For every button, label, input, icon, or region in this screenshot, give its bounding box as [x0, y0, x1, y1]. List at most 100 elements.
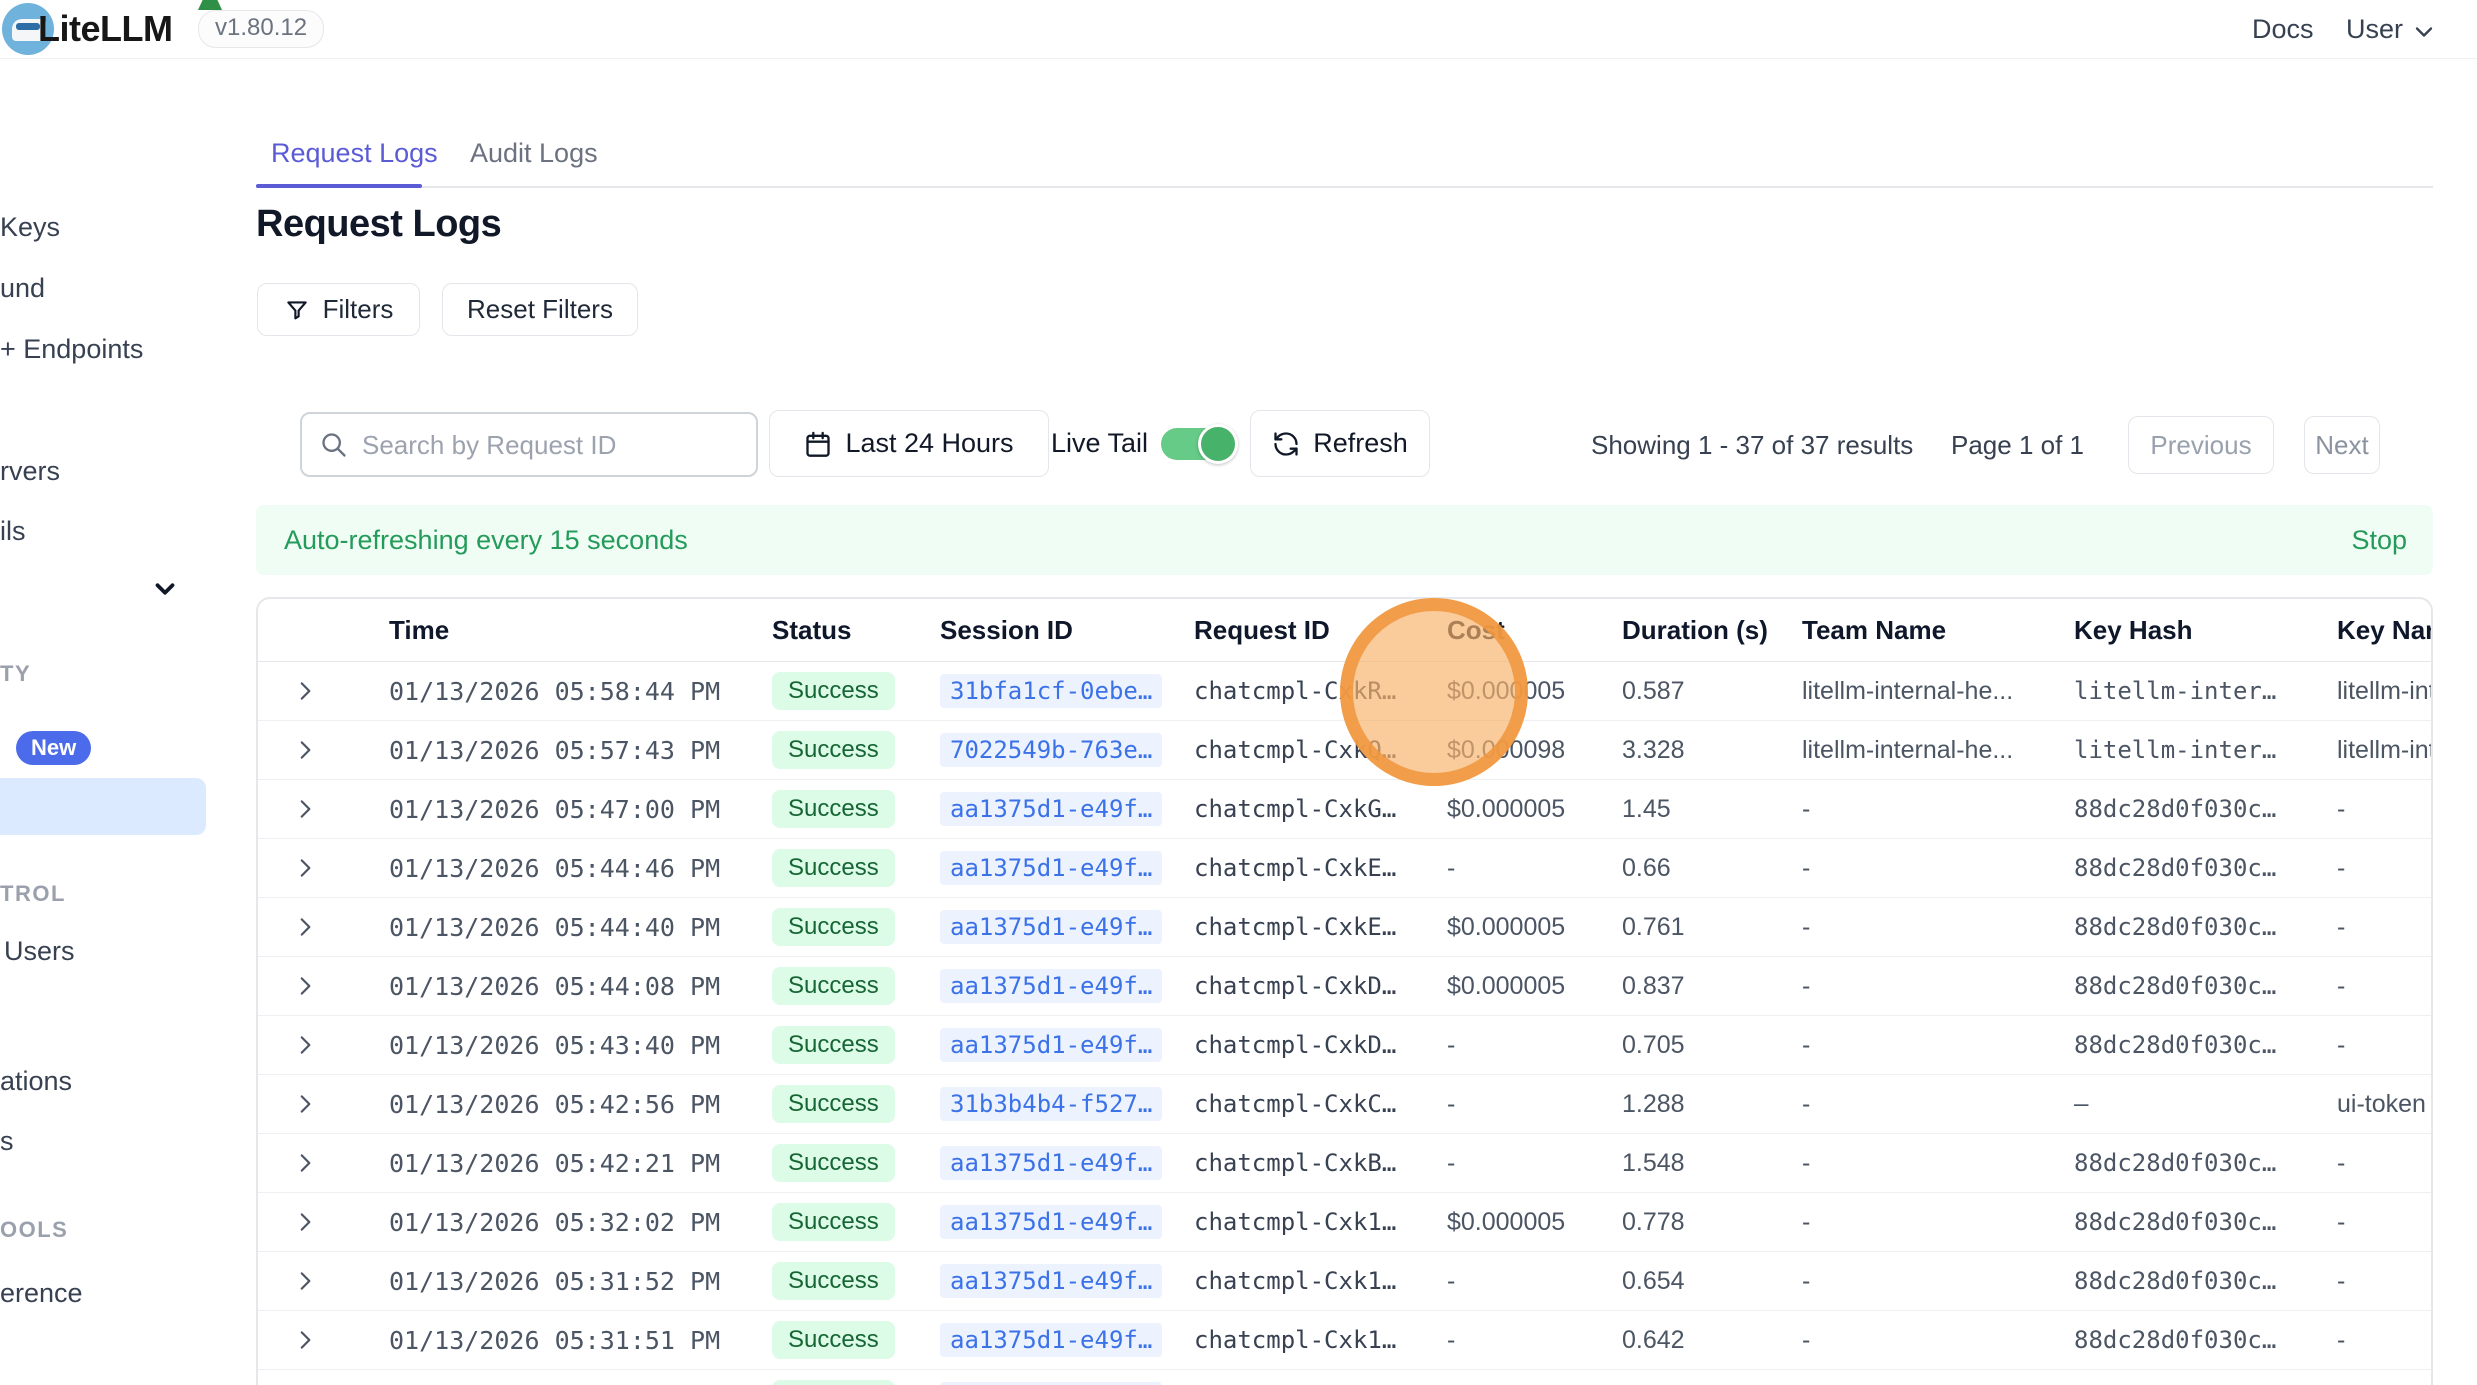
- sidebar-item-playground[interactable]: und: [0, 273, 45, 304]
- chevron-right-icon[interactable]: [292, 973, 348, 999]
- table-row[interactable]: 01/13/2026 05:42:21 PM Success aa1375d1-…: [258, 1134, 2431, 1193]
- session-id-link[interactable]: 31bfa1cf-0ebe…: [940, 674, 1162, 708]
- time-range-label: Last 24 Hours: [845, 428, 1013, 459]
- tab-audit-logs[interactable]: Audit Logs: [470, 138, 598, 169]
- session-id-link[interactable]: aa1375d1-e49f…: [940, 969, 1162, 1003]
- results-count: Showing 1 - 37 of 37 results: [1591, 430, 1913, 461]
- sidebar-item-guardrails[interactable]: ils: [0, 516, 26, 547]
- status-badge: Success: [772, 1203, 895, 1241]
- log-time: 01/13/2026 05:43:40 PM: [348, 1031, 728, 1060]
- chevron-right-icon[interactable]: [292, 1209, 348, 1235]
- table-row[interactable]: 01/13/2026 05:31:52 PM Success aa1375d1-…: [258, 1252, 2431, 1311]
- chevron-right-icon[interactable]: [292, 855, 348, 881]
- filters-button-label: Filters: [323, 294, 394, 325]
- chevron-right-icon[interactable]: [292, 678, 348, 704]
- table-row[interactable]: 01/13/2026 05:42:56 PM Success 31b3b4b4-…: [258, 1075, 2431, 1134]
- log-time: 01/13/2026 05:42:21 PM: [348, 1149, 728, 1178]
- table-row[interactable]: 01/13/2026 05:57:43 PM Success 7022549b-…: [258, 721, 2431, 780]
- col-request-id: Request ID: [1170, 615, 1420, 646]
- log-time: 01/13/2026 05:32:02 PM: [348, 1208, 728, 1237]
- sidebar-section-observability: TY: [0, 661, 31, 687]
- chevron-right-icon[interactable]: [292, 914, 348, 940]
- cost-value: $0.000005: [1420, 972, 1590, 1001]
- sidebar-item-models-endpoints[interactable]: + Endpoints: [0, 334, 143, 365]
- team-name: -: [1780, 1090, 2050, 1119]
- status-badge: Success: [772, 672, 895, 710]
- live-tail-toggle[interactable]: [1161, 428, 1235, 460]
- sidebar-item-servers[interactable]: rvers: [0, 456, 60, 487]
- session-id-link[interactable]: aa1375d1-e49f…: [940, 1028, 1162, 1062]
- session-id-link[interactable]: aa1375d1-e49f…: [940, 792, 1162, 826]
- sidebar-item-teams[interactable]: s: [0, 1126, 14, 1157]
- session-id-link[interactable]: aa1375d1-e49f…: [940, 851, 1162, 885]
- table-row[interactable]: 01/13/2026 05:32:02 PM Success aa1375d1-…: [258, 1193, 2431, 1252]
- status-badge: Success: [772, 790, 895, 828]
- table-header-row: Time Status Session ID Request ID Cost D…: [258, 599, 2431, 662]
- table-row[interactable]: 01/13/2026 05:44:40 PM Success aa1375d1-…: [258, 898, 2431, 957]
- table-row[interactable]: 01/13/2026 05:44:46 PM Success aa1375d1-…: [258, 839, 2431, 898]
- stop-auto-refresh-link[interactable]: Stop: [2351, 525, 2407, 556]
- session-id-link[interactable]: aa1375d1-e49f…: [940, 1205, 1162, 1239]
- session-id-link[interactable]: 7022549b-763e…: [940, 733, 1162, 767]
- table-row[interactable]: 01/13/2026 05:58:44 PM Success 31bfa1cf-…: [258, 662, 2431, 721]
- search-input[interactable]: [360, 416, 744, 475]
- key-name: -: [2320, 1149, 2431, 1178]
- table-row[interactable]: 01/13/2026 05:44:08 PM Success aa1375d1-…: [258, 957, 2431, 1016]
- duration-value: 1.288: [1590, 1090, 1780, 1119]
- session-id-link[interactable]: aa1375d1-e49f…: [940, 1264, 1162, 1298]
- chevron-right-icon[interactable]: [292, 1327, 348, 1353]
- nav-docs-link[interactable]: Docs: [2252, 14, 2314, 45]
- key-hash: 88dc28d0f030c…: [2050, 1267, 2320, 1295]
- reset-filters-label: Reset Filters: [467, 294, 613, 325]
- chevron-right-icon[interactable]: [292, 1091, 348, 1117]
- log-time: 01/13/2026 05:44:08 PM: [348, 972, 728, 1001]
- chevron-right-icon[interactable]: [292, 737, 348, 763]
- request-id: chatcmpl-CxkD…: [1170, 972, 1420, 1000]
- filters-button[interactable]: Filters: [257, 283, 420, 336]
- refresh-button-label: Refresh: [1313, 428, 1408, 459]
- table-row[interactable]: 01/13/2026 05:31:51 PM Success aa1375d1-…: [258, 1311, 2431, 1370]
- refresh-icon: [1272, 430, 1300, 458]
- key-name: -: [2320, 972, 2431, 1001]
- team-name: litellm-internal-he...: [1780, 677, 2050, 706]
- table-row[interactable]: 01/13/2026 05:31:38 PM Success aa1375d1-…: [258, 1370, 2431, 1385]
- sidebar-item-selected[interactable]: [0, 778, 206, 835]
- table-row[interactable]: 01/13/2026 05:43:40 PM Success aa1375d1-…: [258, 1016, 2431, 1075]
- sidebar-item-users[interactable]: Users: [4, 936, 75, 967]
- chevron-right-icon[interactable]: [292, 1150, 348, 1176]
- session-id-link[interactable]: aa1375d1-e49f…: [940, 1323, 1162, 1357]
- active-tab-underline: [256, 184, 422, 188]
- key-name: litellm-inte: [2320, 677, 2431, 706]
- chevron-right-icon[interactable]: [292, 1268, 348, 1294]
- session-id-link[interactable]: aa1375d1-e49f…: [940, 910, 1162, 944]
- status-badge: Success: [772, 1144, 895, 1182]
- sidebar-item-organizations[interactable]: ations: [0, 1066, 72, 1097]
- chevron-right-icon[interactable]: [292, 796, 348, 822]
- refresh-button[interactable]: Refresh: [1250, 410, 1430, 477]
- tab-request-logs[interactable]: Request Logs: [271, 138, 438, 169]
- search-box: [300, 412, 758, 477]
- key-hash: litellm-inter…: [2050, 677, 2320, 705]
- key-hash: 88dc28d0f030c…: [2050, 1208, 2320, 1236]
- col-key-hash: Key Hash: [2050, 615, 2320, 646]
- sidebar-collapse-chevron-icon[interactable]: [150, 574, 180, 604]
- session-id-link[interactable]: aa1375d1-e49f…: [940, 1146, 1162, 1180]
- funnel-icon: [284, 297, 310, 323]
- key-hash: 88dc28d0f030c…: [2050, 972, 2320, 1000]
- time-range-button[interactable]: Last 24 Hours: [769, 410, 1049, 477]
- duration-value: 3.328: [1590, 736, 1780, 765]
- request-id: chatcmpl-CxkB…: [1170, 1149, 1420, 1177]
- table-row[interactable]: 01/13/2026 05:47:00 PM Success aa1375d1-…: [258, 780, 2431, 839]
- session-id-link[interactable]: 31b3b4b4-f527…: [940, 1087, 1162, 1121]
- nav-user-menu[interactable]: User: [2346, 14, 2403, 45]
- sidebar-item-keys[interactable]: Keys: [0, 212, 60, 243]
- reset-filters-button[interactable]: Reset Filters: [442, 283, 638, 336]
- status-badge: Success: [772, 1262, 895, 1300]
- key-hash: 88dc28d0f030c…: [2050, 854, 2320, 882]
- chevron-down-icon[interactable]: [2410, 18, 2438, 46]
- previous-page-button[interactable]: Previous: [2128, 416, 2274, 474]
- sidebar-item-reference[interactable]: erence: [0, 1278, 83, 1309]
- log-time: 01/13/2026 05:44:40 PM: [348, 913, 728, 942]
- chevron-right-icon[interactable]: [292, 1032, 348, 1058]
- next-page-button[interactable]: Next: [2304, 416, 2380, 474]
